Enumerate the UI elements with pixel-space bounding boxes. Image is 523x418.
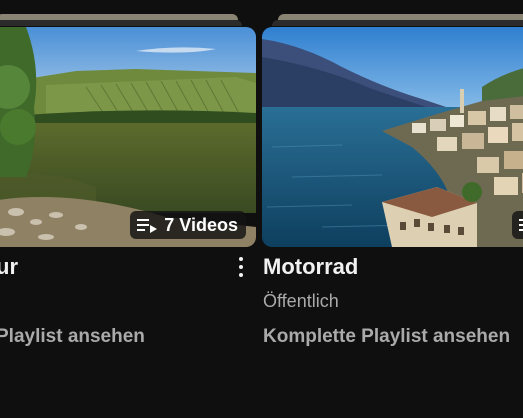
playlist-title-left[interactable]: ur bbox=[0, 254, 18, 280]
video-count-label: 7 Videos bbox=[164, 214, 238, 235]
video-count-badge: 7 Videos bbox=[130, 211, 246, 239]
view-full-playlist-link[interactable]: Komplette Playlist ansehen bbox=[263, 326, 510, 348]
playlist-thumbnail-river[interactable]: 7 Videos bbox=[0, 27, 256, 247]
playlist-icon bbox=[519, 219, 523, 231]
playlist-visibility: Öffentlich bbox=[263, 291, 339, 311]
playlist-stack-mid bbox=[0, 20, 242, 26]
lake-town-image bbox=[262, 27, 523, 247]
playlist-grid: 7 Videos ur Playlist ansehen Motorrad Öf… bbox=[0, 0, 523, 418]
video-count-badge-right bbox=[512, 211, 523, 239]
view-playlist-link-left[interactable]: Playlist ansehen bbox=[0, 326, 145, 348]
playlist-title-motorrad[interactable]: Motorrad bbox=[263, 254, 358, 280]
playlist-stack-mid bbox=[272, 20, 523, 26]
playlist-icon bbox=[137, 219, 158, 233]
more-vert-icon[interactable] bbox=[232, 254, 250, 284]
playlist-thumbnail-lake[interactable] bbox=[262, 27, 523, 247]
